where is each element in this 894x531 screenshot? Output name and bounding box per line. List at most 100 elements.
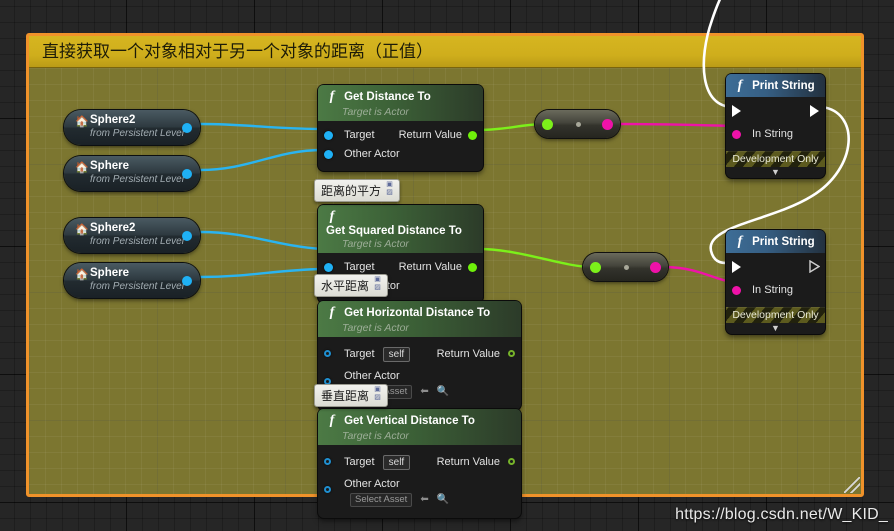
node-title: Get Squared Distance To: [326, 225, 462, 238]
pin-row-target[interactable]: Target Return Value: [318, 126, 483, 145]
conversion-glyph-icon: [576, 122, 581, 127]
input-pin-target[interactable]: [324, 263, 333, 273]
pin-label-target: Target: [344, 456, 375, 468]
pin-row-in-string[interactable]: In String: [726, 125, 825, 145]
conversion-input-pin[interactable]: [590, 262, 601, 273]
input-pin-in-string[interactable]: [732, 130, 741, 139]
conversion-output-pin[interactable]: [602, 119, 613, 130]
node-header[interactable]: f Get Vertical Distance To Target is Act…: [318, 409, 521, 445]
browse-asset-icon[interactable]: 🔍: [437, 384, 449, 399]
input-pin-in-string[interactable]: [732, 286, 741, 295]
conversion-input-pin[interactable]: [542, 119, 553, 130]
pin-label-target: Target: [344, 348, 375, 360]
pin-label-other-actor: Other Actor: [344, 148, 400, 160]
watermark: https://blog.csdn.net/W_KID_: [675, 506, 888, 523]
output-pin-return-value[interactable]: [508, 350, 515, 357]
actor-icon: 🏠: [75, 269, 89, 281]
node-subtitle: Target is Actor: [342, 238, 409, 251]
node-header[interactable]: f Print String: [726, 74, 825, 97]
actor-icon: 🏠: [75, 162, 89, 174]
development-only-banner: Development Only: [726, 151, 825, 167]
node-header[interactable]: f Get Horizontal Distance To Target is A…: [318, 301, 521, 337]
actor-icon: 🏠: [75, 116, 89, 128]
exec-output-pin[interactable]: [809, 260, 820, 273]
sticky-label-text: 水平距离: [321, 279, 370, 293]
exec-output-pin[interactable]: [810, 105, 819, 117]
pin-label-target: Target: [344, 129, 375, 141]
pin-label-other-actor: Other Actor: [344, 370, 400, 382]
actor-output-pin[interactable]: [182, 276, 192, 286]
node-print-string-1[interactable]: f Print String In String Development Onl…: [726, 74, 825, 178]
input-pin-other-actor[interactable]: [324, 486, 331, 493]
node-body: Target Return Value Other Actor: [318, 121, 483, 171]
actor-output-pin[interactable]: [182, 231, 192, 241]
expand-node-caret-icon[interactable]: ▼: [726, 167, 825, 178]
output-pin-return-value[interactable]: [508, 458, 515, 465]
actor-ref-node-sphere-b[interactable]: 🏠 Sphere from Persistent Level: [64, 263, 200, 298]
other-actor-asset-picker[interactable]: Select Asset: [350, 493, 413, 508]
function-icon: f: [329, 413, 335, 428]
actor-ref-name: Sphere: [90, 160, 129, 172]
exec-row[interactable]: [726, 253, 825, 281]
exec-row[interactable]: [726, 97, 825, 125]
actor-ref-name: Sphere2: [90, 114, 136, 126]
conversion-output-pin[interactable]: [650, 262, 661, 273]
node-header[interactable]: f Get Squared Distance To Target is Acto…: [318, 205, 483, 254]
node-get-vertical-distance-to[interactable]: f Get Vertical Distance To Target is Act…: [318, 409, 521, 518]
conversion-node-float-to-string-1[interactable]: [535, 110, 620, 138]
actor-ref-name: Sphere: [90, 267, 129, 279]
node-get-distance-to[interactable]: f Get Distance To Target is Actor Target…: [318, 85, 483, 171]
pin-row-target[interactable]: Target self Return Value: [318, 453, 521, 472]
actor-ref-node-sphere-a[interactable]: 🏠 Sphere from Persistent Level: [64, 156, 200, 191]
node-title: Get Vertical Distance To: [344, 415, 475, 427]
use-selected-asset-icon[interactable]: ⬅: [420, 492, 428, 507]
sticky-label-vertical-distance[interactable]: 垂直距离 ▣ ▨: [314, 384, 389, 407]
pin-row-other-actor[interactable]: Other Actor: [318, 145, 483, 164]
actor-ref-node-sphere2-a[interactable]: 🏠 Sphere2 from Persistent Level: [64, 110, 200, 145]
comment-resize-handle[interactable]: [844, 477, 860, 493]
sticky-label-horizontal-distance[interactable]: 水平距离 ▣ ▨: [314, 274, 389, 297]
node-print-string-2[interactable]: f Print String In String Development Onl…: [726, 230, 825, 334]
output-pin-return-value[interactable]: [468, 131, 477, 140]
sticky-label-squared-distance[interactable]: 距离的平方 ▣ ▨: [314, 179, 401, 202]
sticky-label-text: 距离的平方: [321, 184, 382, 198]
actor-output-pin[interactable]: [182, 169, 192, 179]
node-header[interactable]: f Get Distance To Target is Actor: [318, 85, 483, 121]
node-subtitle: Target is Actor: [342, 430, 409, 442]
comment-title[interactable]: 直接获取一个对象相对于另一个对象的距离（正值）: [29, 36, 861, 68]
function-icon: f: [737, 78, 743, 93]
exec-input-pin[interactable]: [732, 105, 741, 117]
expand-node-caret-icon[interactable]: ▼: [726, 323, 825, 334]
node-body: In String Development Only ▼: [726, 97, 825, 178]
input-pin-other-actor[interactable]: [324, 150, 333, 159]
comment-bubble-icon: ▣ ▨: [386, 181, 393, 196]
pin-row-target[interactable]: Target self Return Value: [318, 345, 521, 364]
input-pin-target[interactable]: [324, 131, 333, 140]
development-only-banner: Development Only: [726, 307, 825, 323]
actor-ref-name: Sphere2: [90, 222, 136, 234]
exec-input-pin[interactable]: [732, 261, 741, 273]
browse-asset-icon[interactable]: 🔍: [437, 492, 449, 507]
target-self-value[interactable]: self: [382, 454, 411, 470]
conversion-node-float-to-string-2[interactable]: [583, 253, 668, 281]
pin-row-in-string[interactable]: In String: [726, 281, 825, 301]
actor-icon: 🏠: [75, 224, 89, 236]
node-header[interactable]: f Print String: [726, 230, 825, 253]
use-selected-asset-icon[interactable]: ⬅: [420, 384, 428, 399]
conversion-glyph-icon: [624, 265, 629, 270]
input-pin-target[interactable]: [324, 458, 331, 465]
pin-label-return-value: Return Value: [436, 456, 500, 468]
output-pin-return-value[interactable]: [468, 263, 477, 273]
sticky-label-text: 垂直距离: [321, 389, 370, 403]
input-pin-target[interactable]: [324, 350, 331, 357]
actor-output-pin[interactable]: [182, 123, 192, 133]
actor-ref-node-sphere2-b[interactable]: 🏠 Sphere2 from Persistent Level: [64, 218, 200, 253]
comment-bubble-icon: ▣ ▨: [374, 386, 381, 401]
actor-ref-subtitle: from Persistent Level: [90, 174, 184, 185]
function-icon: f: [329, 305, 335, 320]
node-subtitle: Target is Actor: [342, 322, 409, 334]
target-self-value[interactable]: self: [382, 346, 411, 362]
function-icon: f: [737, 234, 743, 249]
pin-row-other-actor[interactable]: Other Actor Select Asset ⬅ 🔍: [318, 472, 521, 511]
actor-ref-subtitle: from Persistent Level: [90, 128, 184, 139]
